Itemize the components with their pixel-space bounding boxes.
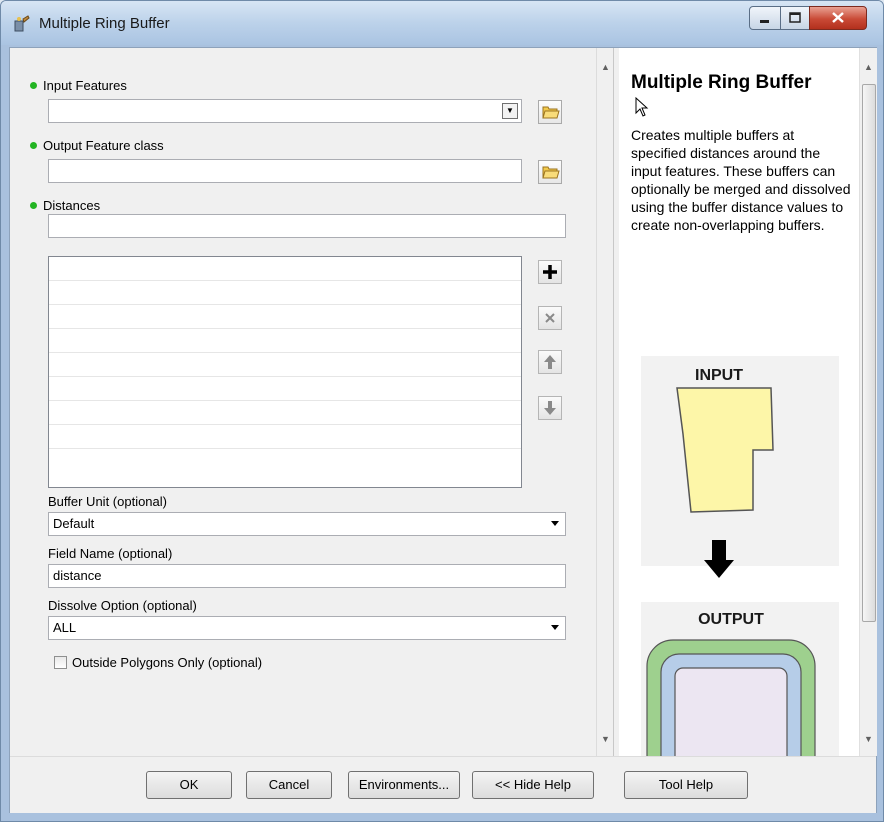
list-row[interactable]: [49, 329, 521, 353]
input-features-combo[interactable]: ▼: [48, 99, 522, 123]
dialog-client-area: Input Features ▼ Output Feature class Di…: [9, 47, 877, 813]
distances-label: Distances: [30, 198, 100, 213]
tool-dialog-window: Multiple Ring Buffer Input Features ▼ Ou…: [0, 0, 884, 822]
buffer-diagram: INPUT OUTPUT: [641, 356, 839, 756]
buffer-unit-value: Default: [53, 516, 95, 531]
output-feature-class-label: Output Feature class: [30, 138, 164, 153]
open-folder-icon: [542, 106, 560, 119]
field-name-label: Field Name (optional): [48, 546, 173, 561]
outside-polygons-label: Outside Polygons Only (optional): [72, 655, 263, 670]
move-up-icon: [544, 355, 556, 369]
required-dot-icon: [30, 82, 37, 89]
list-row[interactable]: [49, 425, 521, 449]
open-folder-icon: [542, 166, 560, 179]
chevron-down-icon: [551, 521, 559, 526]
environments-button[interactable]: Environments...: [348, 771, 460, 799]
list-row[interactable]: [49, 257, 521, 281]
scroll-thumb[interactable]: [862, 84, 876, 622]
add-value-button[interactable]: [538, 260, 562, 284]
hide-help-button[interactable]: << Hide Help: [472, 771, 594, 799]
output-feature-class-input[interactable]: [48, 159, 522, 183]
buffer-unit-select[interactable]: Default: [48, 512, 566, 536]
list-row[interactable]: [49, 377, 521, 401]
field-name-value: distance: [53, 568, 102, 583]
combo-dropdown-arrow-icon[interactable]: ▼: [502, 103, 518, 119]
core-polygon: [674, 667, 788, 756]
close-icon: [832, 12, 844, 23]
add-icon: [543, 265, 557, 279]
parameters-scrollbar[interactable]: ▲ ▼: [596, 48, 614, 756]
outside-polygons-checkbox[interactable]: [54, 656, 67, 669]
title-bar[interactable]: Multiple Ring Buffer: [1, 1, 883, 45]
list-row[interactable]: [49, 449, 521, 473]
window-title: Multiple Ring Buffer: [39, 15, 170, 32]
input-features-label: Input Features: [30, 78, 127, 93]
minimize-button[interactable]: [749, 6, 781, 30]
help-title: Multiple Ring Buffer: [631, 72, 812, 93]
dissolve-option-select[interactable]: ALL: [48, 616, 566, 640]
help-pane: Multiple Ring Buffer Creates multiple bu…: [619, 48, 859, 756]
field-name-input[interactable]: distance: [48, 564, 566, 588]
button-bar: OK Cancel Environments... << Hide Help T…: [10, 756, 876, 813]
ok-button[interactable]: OK: [146, 771, 232, 799]
maximize-icon: [789, 12, 801, 23]
list-row[interactable]: [49, 401, 521, 425]
required-dot-icon: [30, 202, 37, 209]
list-row[interactable]: [49, 305, 521, 329]
dissolve-option-value: ALL: [53, 620, 77, 635]
scroll-up-icon[interactable]: ▲: [864, 62, 873, 72]
tool-help-button[interactable]: Tool Help: [624, 771, 748, 799]
help-description: Creates multiple buffers at specified di…: [631, 127, 851, 233]
distances-list[interactable]: [48, 256, 522, 488]
browse-output-button[interactable]: [538, 160, 562, 184]
help-scrollbar[interactable]: ▲ ▼: [859, 48, 877, 756]
minimize-icon: [760, 20, 769, 23]
toolbox-tool-icon: [14, 15, 30, 32]
diagram-output-label: OUTPUT: [698, 611, 764, 628]
mouse-pointer-icon: [635, 97, 649, 117]
required-dot-icon: [30, 142, 37, 149]
list-row[interactable]: [49, 353, 521, 377]
maximize-button[interactable]: [780, 6, 810, 30]
buffer-unit-label: Buffer Unit (optional): [48, 494, 167, 509]
move-down-icon: [544, 401, 556, 415]
chevron-down-icon: [551, 625, 559, 630]
parameters-pane: Input Features ▼ Output Feature class Di…: [10, 48, 596, 756]
scroll-down-icon[interactable]: ▼: [601, 734, 610, 744]
cancel-button[interactable]: Cancel: [246, 771, 332, 799]
close-button[interactable]: [809, 6, 867, 30]
dissolve-option-label: Dissolve Option (optional): [48, 598, 197, 613]
distances-input[interactable]: [48, 214, 566, 238]
move-down-button[interactable]: [538, 396, 562, 420]
delete-value-button[interactable]: [538, 306, 562, 330]
list-row[interactable]: [49, 281, 521, 305]
scroll-down-icon[interactable]: ▼: [864, 734, 873, 744]
diagram-input-label: INPUT: [695, 367, 743, 384]
delete-icon: [545, 313, 555, 323]
browse-input-button[interactable]: [538, 100, 562, 124]
move-up-button[interactable]: [538, 350, 562, 374]
scroll-up-icon[interactable]: ▲: [601, 62, 610, 72]
